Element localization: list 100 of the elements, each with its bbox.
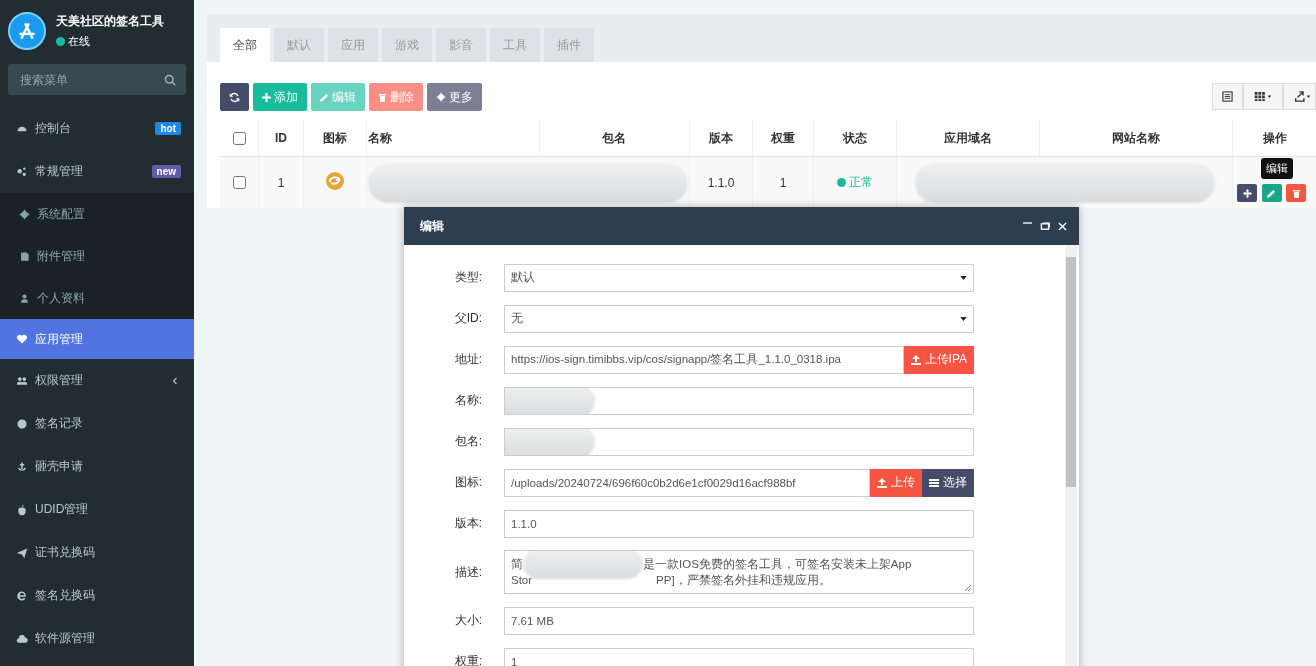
dialog-title: 编辑 (420, 217, 444, 235)
text-field[interactable]: 1.1.0 (504, 509, 974, 538)
cloud-icon (16, 632, 28, 645)
status-label: 正常 (837, 174, 873, 191)
text-field[interactable]: /uploads/20240724/696f60c0b2d6e1cf0029d16acf988bf (504, 468, 870, 497)
menu-item[interactable]: 软件源管理 (0, 617, 194, 660)
category-tab[interactable]: 全部 (220, 28, 270, 62)
export-caret-icon (1293, 91, 1313, 102)
cogs-icon (16, 165, 28, 178)
upload-icon (877, 477, 887, 488)
text-fragment: Stor (511, 574, 533, 586)
menu-item[interactable]: 签名记录 (0, 402, 194, 445)
row-checkbox[interactable] (233, 176, 246, 189)
menu-item[interactable]: 砸壳申请 (0, 445, 194, 488)
column-header: 包名 (602, 130, 627, 145)
caret-icon (960, 275, 967, 280)
refresh-button[interactable] (220, 83, 249, 111)
pencil-icon (1267, 188, 1277, 198)
menu-item[interactable]: UDID管理 (0, 488, 194, 531)
refresh-icon (229, 91, 240, 103)
card-view-button[interactable] (1212, 83, 1243, 110)
menu-item[interactable]: 签名兑换码 (0, 574, 194, 617)
plane-icon (16, 546, 28, 559)
column-header: 名称 (368, 130, 392, 145)
text-fragment: 是一款IOS免费的签名工具，可签名安装未上架App (643, 556, 912, 572)
upload-button[interactable]: 选择 (922, 468, 974, 497)
scrollbar[interactable] (1065, 245, 1077, 666)
caret-icon (960, 316, 967, 321)
menu-badge: new (151, 165, 181, 178)
text-field[interactable]: https://ios-sign.timibbs.vip/cos/signapp/签名工具_1.1.0_0318.ipa (504, 345, 904, 374)
online-status: 在线 (56, 34, 164, 49)
select-all-checkbox[interactable] (233, 131, 246, 145)
field-label: 版本: (453, 515, 483, 532)
anchor-icon (16, 460, 28, 473)
menu-item[interactable]: 常规管理 new (0, 150, 194, 193)
column-header: ID (275, 131, 287, 145)
search-input[interactable]: 搜索菜单 (18, 71, 164, 88)
text-fragment: 简 (511, 556, 523, 572)
submenu-item[interactable]: 系统配置 (0, 193, 194, 235)
text-field[interactable] (504, 427, 974, 456)
column-header: 网站名称 (1112, 130, 1160, 145)
field-label: 类型: (453, 269, 483, 286)
select-field[interactable]: 默认 (504, 263, 974, 292)
restore-icon (1040, 221, 1050, 231)
field-label: 包名: (453, 433, 483, 450)
table-cell: 1 (779, 175, 787, 190)
users-icon (16, 374, 28, 387)
field-label: 地址: (453, 351, 483, 368)
field-label: 图标: (453, 474, 483, 491)
chevron-left-icon (172, 376, 178, 385)
field-label: 父ID: (453, 310, 483, 327)
field-label: 大小: (453, 612, 483, 629)
minimize-icon (1023, 221, 1032, 224)
close-icon (1058, 221, 1067, 231)
menu-item[interactable]: 应用管理 (0, 319, 194, 359)
drag-button[interactable] (1237, 184, 1258, 202)
tooltip: 编辑 (1261, 158, 1293, 179)
trash-icon (378, 92, 387, 102)
table-cell: 1 (277, 175, 285, 190)
select-field[interactable]: 无 (504, 304, 974, 333)
swirl-app-icon (325, 171, 345, 191)
grid-caret-icon (1253, 91, 1273, 102)
pencil-icon (320, 92, 329, 102)
column-header: 状态 (843, 130, 867, 145)
resize-grip-icon (965, 585, 971, 591)
user-icon (19, 292, 30, 304)
maximize-button[interactable] (1038, 219, 1052, 233)
column-header: 权重 (771, 130, 795, 145)
export-button[interactable] (1283, 83, 1316, 110)
menu-item[interactable]: 权限管理 (0, 359, 194, 402)
column-header: 应用域名 (944, 130, 992, 145)
delete-row-button[interactable] (1286, 184, 1306, 202)
column-header: 操作 (1262, 130, 1287, 145)
trash-icon (1291, 188, 1301, 198)
text-field[interactable] (504, 386, 974, 415)
submenu-item[interactable]: 附件管理 (0, 235, 194, 277)
e-icon (16, 589, 28, 602)
apple-icon (16, 503, 28, 516)
upload-icon (910, 354, 921, 365)
field-label: 描述: (453, 563, 483, 581)
menu-search-field[interactable]: 搜索菜单 (8, 64, 186, 95)
description-field[interactable]: 简 是一款IOS免费的签名工具，可签名安装未上架App Stor PP]，严禁签名外挂和违规应用。 (504, 550, 974, 594)
menu-item[interactable]: 控制台 hot (0, 107, 194, 150)
text-field[interactable]: 7.61 MB (504, 606, 974, 635)
column-header: 图标 (323, 130, 347, 145)
submenu-item[interactable]: 个人资料 (0, 277, 194, 319)
search-icon (164, 73, 176, 86)
field-label: 名称: (453, 392, 483, 409)
more-button[interactable]: 更多 (427, 83, 482, 111)
list-view-icon (1222, 91, 1233, 102)
text-field[interactable]: 1 (504, 647, 974, 666)
menu-badge: hot (155, 122, 181, 135)
menu-item[interactable]: 证书兑换码 (0, 531, 194, 574)
list-icon (929, 477, 939, 488)
app-store-logo-icon (8, 12, 46, 50)
site-title: 天美社区的签名工具 (56, 13, 164, 30)
move-arrows-icon (1242, 188, 1252, 198)
heart-icon (16, 333, 28, 345)
plus-icon (262, 92, 271, 102)
columns-button[interactable] (1243, 83, 1283, 110)
